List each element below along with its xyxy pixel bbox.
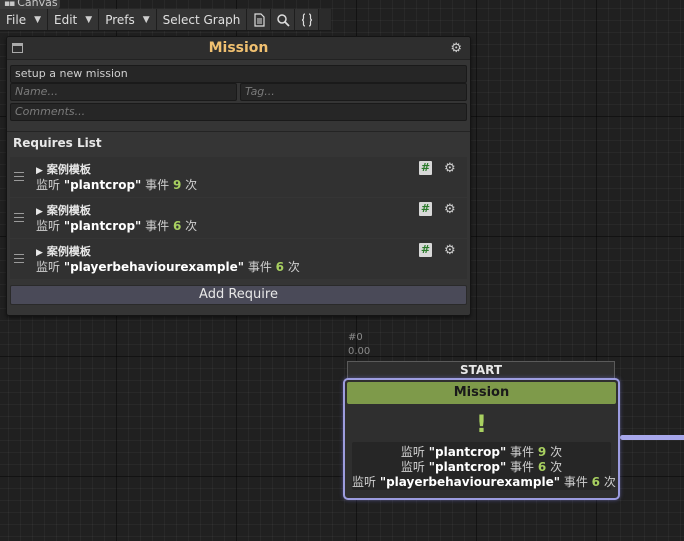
hash-icon[interactable]: # — [419, 161, 432, 175]
prefs-menu[interactable]: Prefs ▼ — [99, 9, 157, 30]
chevron-down-icon: ▼ — [34, 14, 42, 25]
node-summary: 监听 "plantcrop" 事件 9 次 监听 "plantcrop" 事件 … — [352, 442, 616, 490]
node-id: #0 — [348, 332, 363, 343]
require-item[interactable]: ▶ 案例模板 监听 "plantcrop" 事件 6 次 # ⚙ — [10, 198, 467, 238]
gear-icon[interactable]: ⚙ — [450, 41, 462, 56]
node-summary-line: 监听 "plantcrop" 事件 6 次 — [400, 460, 563, 474]
node-title: Mission — [347, 382, 616, 404]
require-item[interactable]: ▶ 案例模板 监听 "plantcrop" 事件 9 次 # ⚙ — [10, 157, 467, 197]
mission-node[interactable]: Mission ! 监听 "plantcrop" 事件 9 次 监听 "plan… — [343, 378, 620, 500]
output-connection[interactable] — [620, 435, 684, 440]
require-description: 监听 "plantcrop" 事件 9 次 — [36, 178, 198, 192]
comments-field[interactable]: Comments... — [10, 103, 467, 121]
document-icon[interactable] — [247, 9, 272, 30]
tag-field[interactable]: Tag... — [240, 83, 467, 101]
hash-icon[interactable]: # — [419, 202, 432, 216]
require-description: 监听 "playerbehaviourexample" 事件 6 次 — [36, 260, 300, 274]
requires-list-title: Requires List — [7, 131, 470, 153]
search-icon[interactable] — [271, 9, 296, 30]
chevron-down-icon: ▼ — [142, 14, 150, 25]
node-summary-line: 监听 "plantcrop" 事件 9 次 — [400, 445, 563, 459]
gear-icon[interactable]: ⚙ — [444, 161, 456, 176]
start-label: START — [347, 361, 615, 379]
panel-header: Mission ⚙ — [7, 37, 470, 60]
drag-handle-icon[interactable] — [14, 213, 24, 222]
tab-menu-icon: ▪▪ — [4, 0, 15, 9]
select-graph-button[interactable]: Select Graph — [156, 9, 248, 30]
window-title: Canvas — [17, 0, 58, 9]
expand-triangle-icon[interactable]: ▶ — [36, 166, 43, 176]
require-description: 监听 "plantcrop" 事件 6 次 — [36, 219, 198, 233]
hash-icon[interactable]: # — [419, 243, 432, 257]
expand-triangle-icon[interactable]: ▶ — [36, 248, 43, 258]
require-item[interactable]: ▶ 案例模板 监听 "playerbehaviourexample" 事件 6 次… — [10, 239, 467, 279]
node-summary-line: 监听 "playerbehaviourexample" 事件 6 次 — [352, 475, 616, 489]
require-name[interactable]: ▶ 案例模板 — [36, 243, 91, 259]
graph-toolbar: File ▼ Edit ▼ Prefs ▼ Select Graph — [0, 9, 331, 31]
file-menu[interactable]: File ▼ — [0, 9, 49, 30]
mission-inspector-panel: Mission ⚙ setup a new mission Name... Ta… — [6, 36, 471, 316]
expand-triangle-icon[interactable]: ▶ — [36, 207, 43, 217]
add-require-button[interactable]: Add Require — [10, 285, 467, 305]
edit-menu[interactable]: Edit ▼ — [48, 9, 100, 30]
drag-handle-icon[interactable] — [14, 172, 24, 181]
braces-icon[interactable] — [295, 9, 320, 30]
panel-title: Mission — [208, 40, 269, 56]
gear-icon[interactable]: ⚙ — [444, 202, 456, 217]
description-field[interactable]: setup a new mission — [10, 65, 467, 83]
node-time: 0.00 — [348, 346, 371, 357]
chevron-down-icon: ▼ — [85, 14, 93, 25]
exclamation-icon: ! — [476, 410, 487, 438]
name-field[interactable]: Name... — [10, 83, 237, 101]
require-name[interactable]: ▶ 案例模板 — [36, 202, 91, 218]
canvas-window-tab[interactable]: ▪▪ Canvas — [0, 0, 60, 9]
require-name[interactable]: ▶ 案例模板 — [36, 161, 91, 177]
drag-handle-icon[interactable] — [14, 254, 24, 263]
gear-icon[interactable]: ⚙ — [444, 243, 456, 258]
